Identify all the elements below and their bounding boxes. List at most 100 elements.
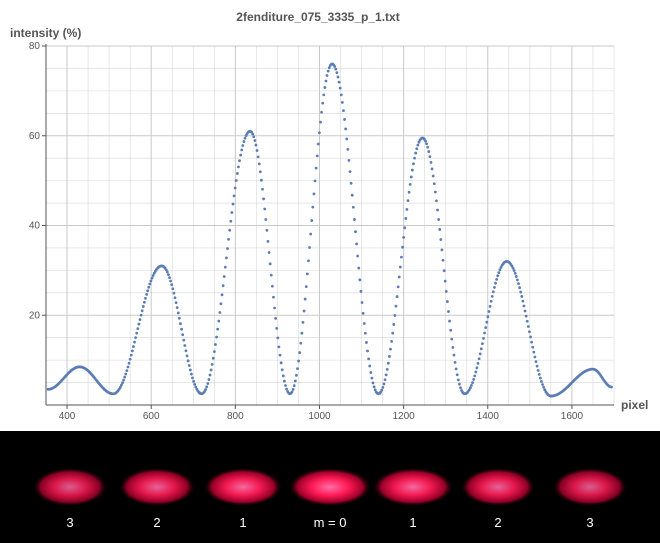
fringe-spot xyxy=(33,468,107,506)
data-point xyxy=(359,289,363,293)
data-point xyxy=(391,331,395,335)
data-point xyxy=(323,86,327,89)
data-point xyxy=(439,238,443,241)
data-point xyxy=(169,279,173,283)
data-point xyxy=(468,386,472,390)
fringe-order-label: m = 0 xyxy=(314,515,347,530)
data-point xyxy=(208,373,212,377)
data-point xyxy=(219,302,223,306)
data-point xyxy=(191,376,194,380)
data-point xyxy=(440,248,444,252)
data-point xyxy=(513,271,517,275)
data-point xyxy=(125,369,129,372)
data-point xyxy=(121,381,124,385)
data-point xyxy=(431,174,435,178)
data-point xyxy=(413,156,416,160)
data-point xyxy=(369,371,373,374)
y-axis-label: intensity (%) xyxy=(10,26,81,40)
fringe-spot xyxy=(553,468,627,506)
data-point xyxy=(441,258,445,262)
data-point xyxy=(339,93,343,97)
data-point xyxy=(427,150,431,153)
data-point xyxy=(530,340,534,344)
data-point xyxy=(302,309,306,313)
fringe-spot xyxy=(119,468,195,506)
data-point xyxy=(175,306,179,310)
data-point xyxy=(355,242,358,246)
data-point xyxy=(292,384,296,388)
data-point xyxy=(451,346,455,349)
data-point xyxy=(234,179,238,182)
data-point xyxy=(532,350,536,354)
data-point xyxy=(263,207,267,211)
data-point xyxy=(216,327,220,331)
data-point xyxy=(277,345,281,349)
data-point xyxy=(264,218,268,221)
data-point xyxy=(139,313,143,317)
data-point xyxy=(433,190,437,194)
data-point xyxy=(150,276,154,280)
data-point xyxy=(299,341,303,345)
data-point xyxy=(528,330,531,334)
data-point xyxy=(343,118,346,121)
data-series xyxy=(46,62,613,398)
data-point xyxy=(130,349,134,353)
data-point xyxy=(514,275,518,278)
data-point xyxy=(239,153,243,157)
fringe-spot xyxy=(204,468,282,506)
data-point xyxy=(448,319,451,323)
data-point xyxy=(610,385,613,389)
data-point xyxy=(470,383,473,387)
data-point xyxy=(293,379,297,383)
data-point xyxy=(261,187,264,191)
data-point xyxy=(518,286,521,290)
data-point xyxy=(438,228,442,231)
data-point xyxy=(393,314,397,317)
data-point xyxy=(322,93,326,97)
data-point xyxy=(177,316,181,320)
data-point xyxy=(218,311,222,314)
data-point xyxy=(344,127,348,131)
data-point xyxy=(282,379,286,383)
data-point xyxy=(346,148,350,151)
data-point xyxy=(192,379,196,383)
data-point xyxy=(370,376,374,380)
data-point xyxy=(454,367,458,371)
data-point xyxy=(357,266,361,270)
data-point xyxy=(320,110,323,114)
data-point xyxy=(349,181,353,185)
data-point xyxy=(356,254,360,258)
data-point xyxy=(229,219,233,223)
data-point xyxy=(519,290,523,294)
data-point xyxy=(521,299,525,303)
data-point xyxy=(526,325,530,328)
data-point xyxy=(135,331,139,335)
data-point xyxy=(168,276,171,280)
data-point xyxy=(447,310,450,313)
data-point xyxy=(225,256,228,260)
fringe-spot xyxy=(289,468,371,506)
data-point xyxy=(268,262,272,266)
data-point xyxy=(371,381,375,385)
data-point xyxy=(405,207,409,211)
data-point xyxy=(536,368,540,372)
data-point xyxy=(542,385,546,389)
x-tick-label: 400 xyxy=(59,411,76,422)
data-point xyxy=(257,162,261,166)
data-point xyxy=(149,279,153,283)
data-point xyxy=(140,309,144,313)
data-point xyxy=(138,318,142,321)
data-point xyxy=(275,327,279,330)
data-point xyxy=(429,161,433,164)
data-point xyxy=(324,79,328,83)
data-point xyxy=(350,193,354,197)
data-point xyxy=(403,226,407,230)
data-point xyxy=(475,366,479,370)
data-point xyxy=(410,168,414,172)
y-tick-label: 80 xyxy=(29,41,41,52)
x-tick-label: 1600 xyxy=(561,411,584,422)
data-point xyxy=(474,370,478,374)
data-point xyxy=(256,155,260,159)
data-point xyxy=(285,387,288,391)
data-point xyxy=(321,101,325,105)
